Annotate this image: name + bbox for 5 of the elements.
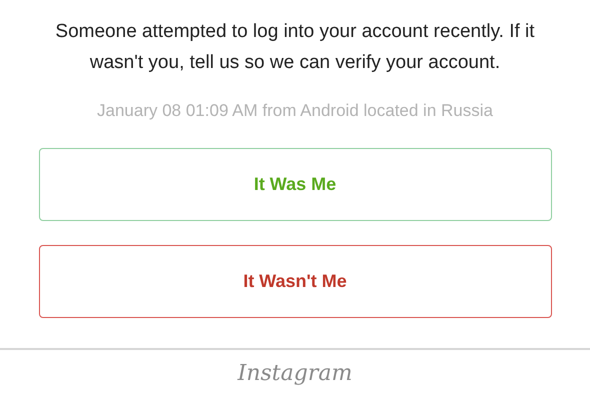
confirm-button[interactable]: It Was Me <box>38 148 552 220</box>
logo: Instagram <box>238 360 352 388</box>
deny-button[interactable]: It Wasn't Me <box>38 244 552 318</box>
login-details: January 08 01:09 AM from Android located in Russia <box>97 100 493 122</box>
alert-message: Someone attempted to log into your account recently. If it wasn't you, tell us so we can verify your account. <box>54 20 536 75</box>
